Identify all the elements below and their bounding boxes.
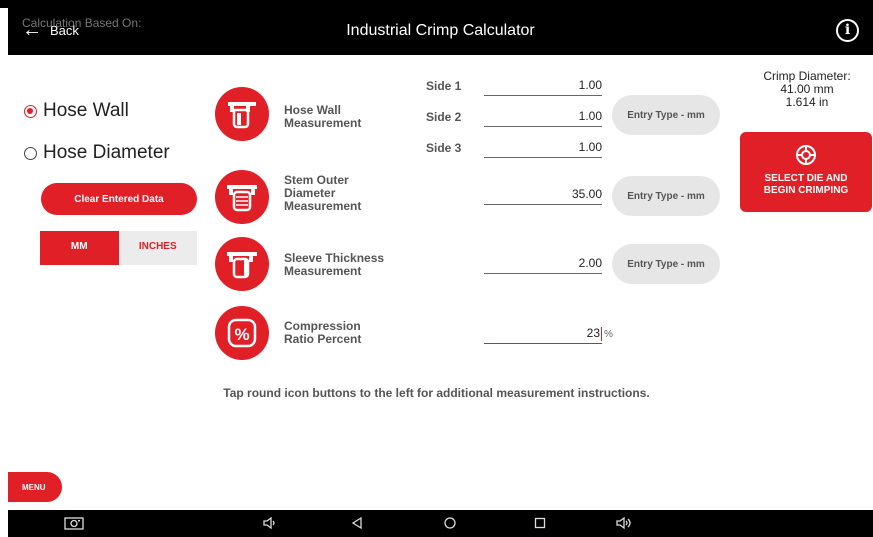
stem-info-button[interactable] xyxy=(215,170,269,224)
calculation-based-on-label: Calculation Based On: xyxy=(22,16,142,30)
recents-nav-icon[interactable] xyxy=(528,513,552,533)
instruction-hint: Tap round icon buttons to the left for a… xyxy=(223,386,650,400)
sleeve-info-button[interactable] xyxy=(215,237,269,291)
home-nav-icon[interactable] xyxy=(438,513,462,533)
side-3-label: Side 3 xyxy=(426,141,462,155)
percent-icon: % xyxy=(227,318,257,348)
volume-up-icon[interactable] xyxy=(612,513,636,533)
compression-label: Compression Ratio Percent xyxy=(284,320,361,346)
system-nav-bar xyxy=(8,510,873,537)
unit-mm-button[interactable]: MM xyxy=(40,231,119,265)
radio-selected-icon xyxy=(24,104,37,118)
side-3-input[interactable]: 1.00 xyxy=(484,138,602,158)
text-cursor xyxy=(601,326,602,341)
side-2-label: Side 2 xyxy=(426,110,462,124)
unit-inches-button[interactable]: INCHES xyxy=(118,231,197,265)
crimp-die-icon xyxy=(740,144,872,169)
status-bar xyxy=(0,0,873,8)
sleeve-label-line2: Measurement xyxy=(284,264,362,278)
clear-entered-data-button[interactable]: Clear Entered Data xyxy=(41,183,197,215)
volume-down-icon[interactable] xyxy=(258,513,282,533)
radio-hose-diameter[interactable]: Hose Diameter xyxy=(24,142,170,164)
radio-unselected-icon xyxy=(24,146,37,160)
stem-label: Stem Outer Diameter Measurement xyxy=(284,174,361,213)
hose-wall-label-line2: Measurement xyxy=(284,116,362,130)
select-die-button[interactable]: SELECT DIE AND BEGIN CRIMPING xyxy=(740,132,872,212)
radio-hose-diameter-label: Hose Diameter xyxy=(43,142,170,163)
hose-wall-entry-type-button[interactable]: Entry Type - mm xyxy=(612,95,720,135)
sleeve-input[interactable]: 2.00 xyxy=(484,254,602,274)
crimp-diameter-in: 1.614 in xyxy=(785,95,829,109)
compression-value: 23 xyxy=(586,326,600,340)
menu-button[interactable]: MENU xyxy=(8,472,62,502)
stem-label-line3: Measurement xyxy=(284,199,362,213)
crimp-diameter-panel: Crimp Diameter: 41.00 mm 1.614 in xyxy=(747,70,867,109)
stem-input[interactable]: 35.00 xyxy=(484,185,602,205)
svg-text:%: % xyxy=(234,325,249,344)
side-1-label: Side 1 xyxy=(426,79,462,93)
select-die-line2: BEGIN CRIMPING xyxy=(763,185,849,196)
select-die-line1: SELECT DIE AND xyxy=(764,173,848,184)
sleeve-label: Sleeve Thickness Measurement xyxy=(284,252,384,278)
info-icon[interactable]: i xyxy=(836,19,859,42)
percent-unit: % xyxy=(604,329,613,340)
caliper-hose-wall-icon xyxy=(228,102,256,129)
hose-wall-label: Hose Wall Measurement xyxy=(284,104,361,130)
hose-wall-info-button[interactable] xyxy=(215,87,269,141)
screenshot-icon[interactable] xyxy=(62,513,86,533)
back-nav-icon[interactable] xyxy=(345,513,369,533)
compression-info-button[interactable]: % xyxy=(215,306,269,360)
compression-input[interactable]: 23 xyxy=(484,324,602,344)
radio-hose-wall-label: Hose Wall xyxy=(43,100,129,121)
compression-label-line2: Ratio Percent xyxy=(284,332,362,346)
side-1-input[interactable]: 1.00 xyxy=(484,76,602,96)
radio-hose-wall[interactable]: Hose Wall xyxy=(24,100,129,122)
stem-entry-type-button[interactable]: Entry Type - mm xyxy=(612,176,720,216)
unit-toggle: MM INCHES xyxy=(40,231,197,265)
sleeve-entry-type-button[interactable]: Entry Type - mm xyxy=(612,244,720,284)
side-2-input[interactable]: 1.00 xyxy=(484,107,602,127)
caliper-sleeve-icon xyxy=(227,252,257,279)
caliper-stem-icon xyxy=(227,185,257,212)
